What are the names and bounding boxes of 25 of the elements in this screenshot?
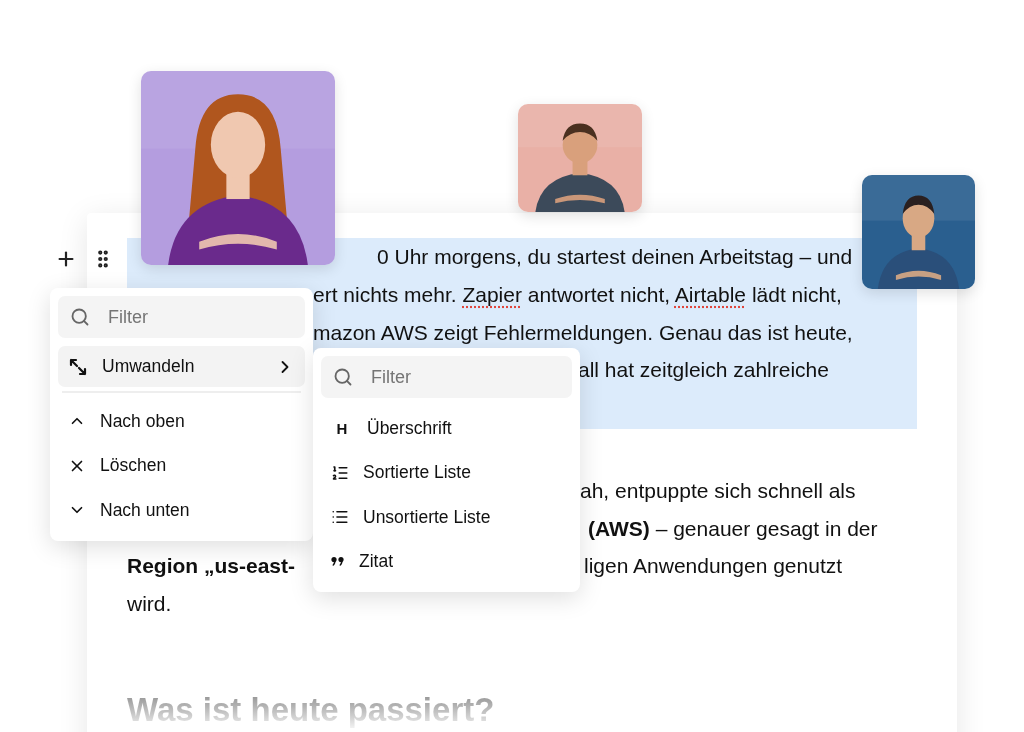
text-line: wird.: [127, 593, 172, 615]
menu-item[interactable]: Nach unten: [58, 488, 305, 533]
menu-item[interactable]: Löschen: [58, 443, 305, 488]
text-line: Region „us-east-: [127, 555, 296, 577]
menu-item[interactable]: Sortierte Liste: [321, 450, 572, 495]
heading-icon: H: [331, 419, 353, 437]
text-line: 0 Uhr morgens, du startest deinen Arbeitstag – und: [377, 246, 853, 268]
quote-icon: [331, 555, 345, 568]
menu-item[interactable]: Zitat: [321, 539, 572, 584]
filter-field[interactable]: Filter: [321, 356, 572, 398]
text-line: all hat zeitgleich zahlreiche: [578, 359, 829, 381]
text-line: mazon AWS zeigt Fehlermeldungen. Genau das ist heute,: [313, 321, 853, 343]
filter-field[interactable]: Filter: [58, 296, 305, 338]
menu-item[interactable]: H Überschrift: [321, 406, 572, 451]
convert-icon: [68, 356, 88, 377]
text-line: ert nichts mehr. Zapier antwortet nicht, Airtable lädt nicht,: [313, 284, 842, 306]
numbered-list-icon: [331, 463, 349, 482]
text-line: (AWS) – genauer gesagt in der: [588, 517, 878, 539]
search-icon: [333, 367, 353, 387]
menu-item[interactable]: Unsortierte Liste: [321, 495, 572, 540]
text-line: ligen Anwendungen genutzt: [584, 555, 843, 577]
search-icon: [70, 307, 90, 327]
menu-item[interactable]: Nach oben: [58, 399, 305, 444]
menu-item[interactable]: Umwandeln: [58, 346, 305, 387]
text-line: ah, entpuppte sich schnell als: [580, 480, 856, 502]
